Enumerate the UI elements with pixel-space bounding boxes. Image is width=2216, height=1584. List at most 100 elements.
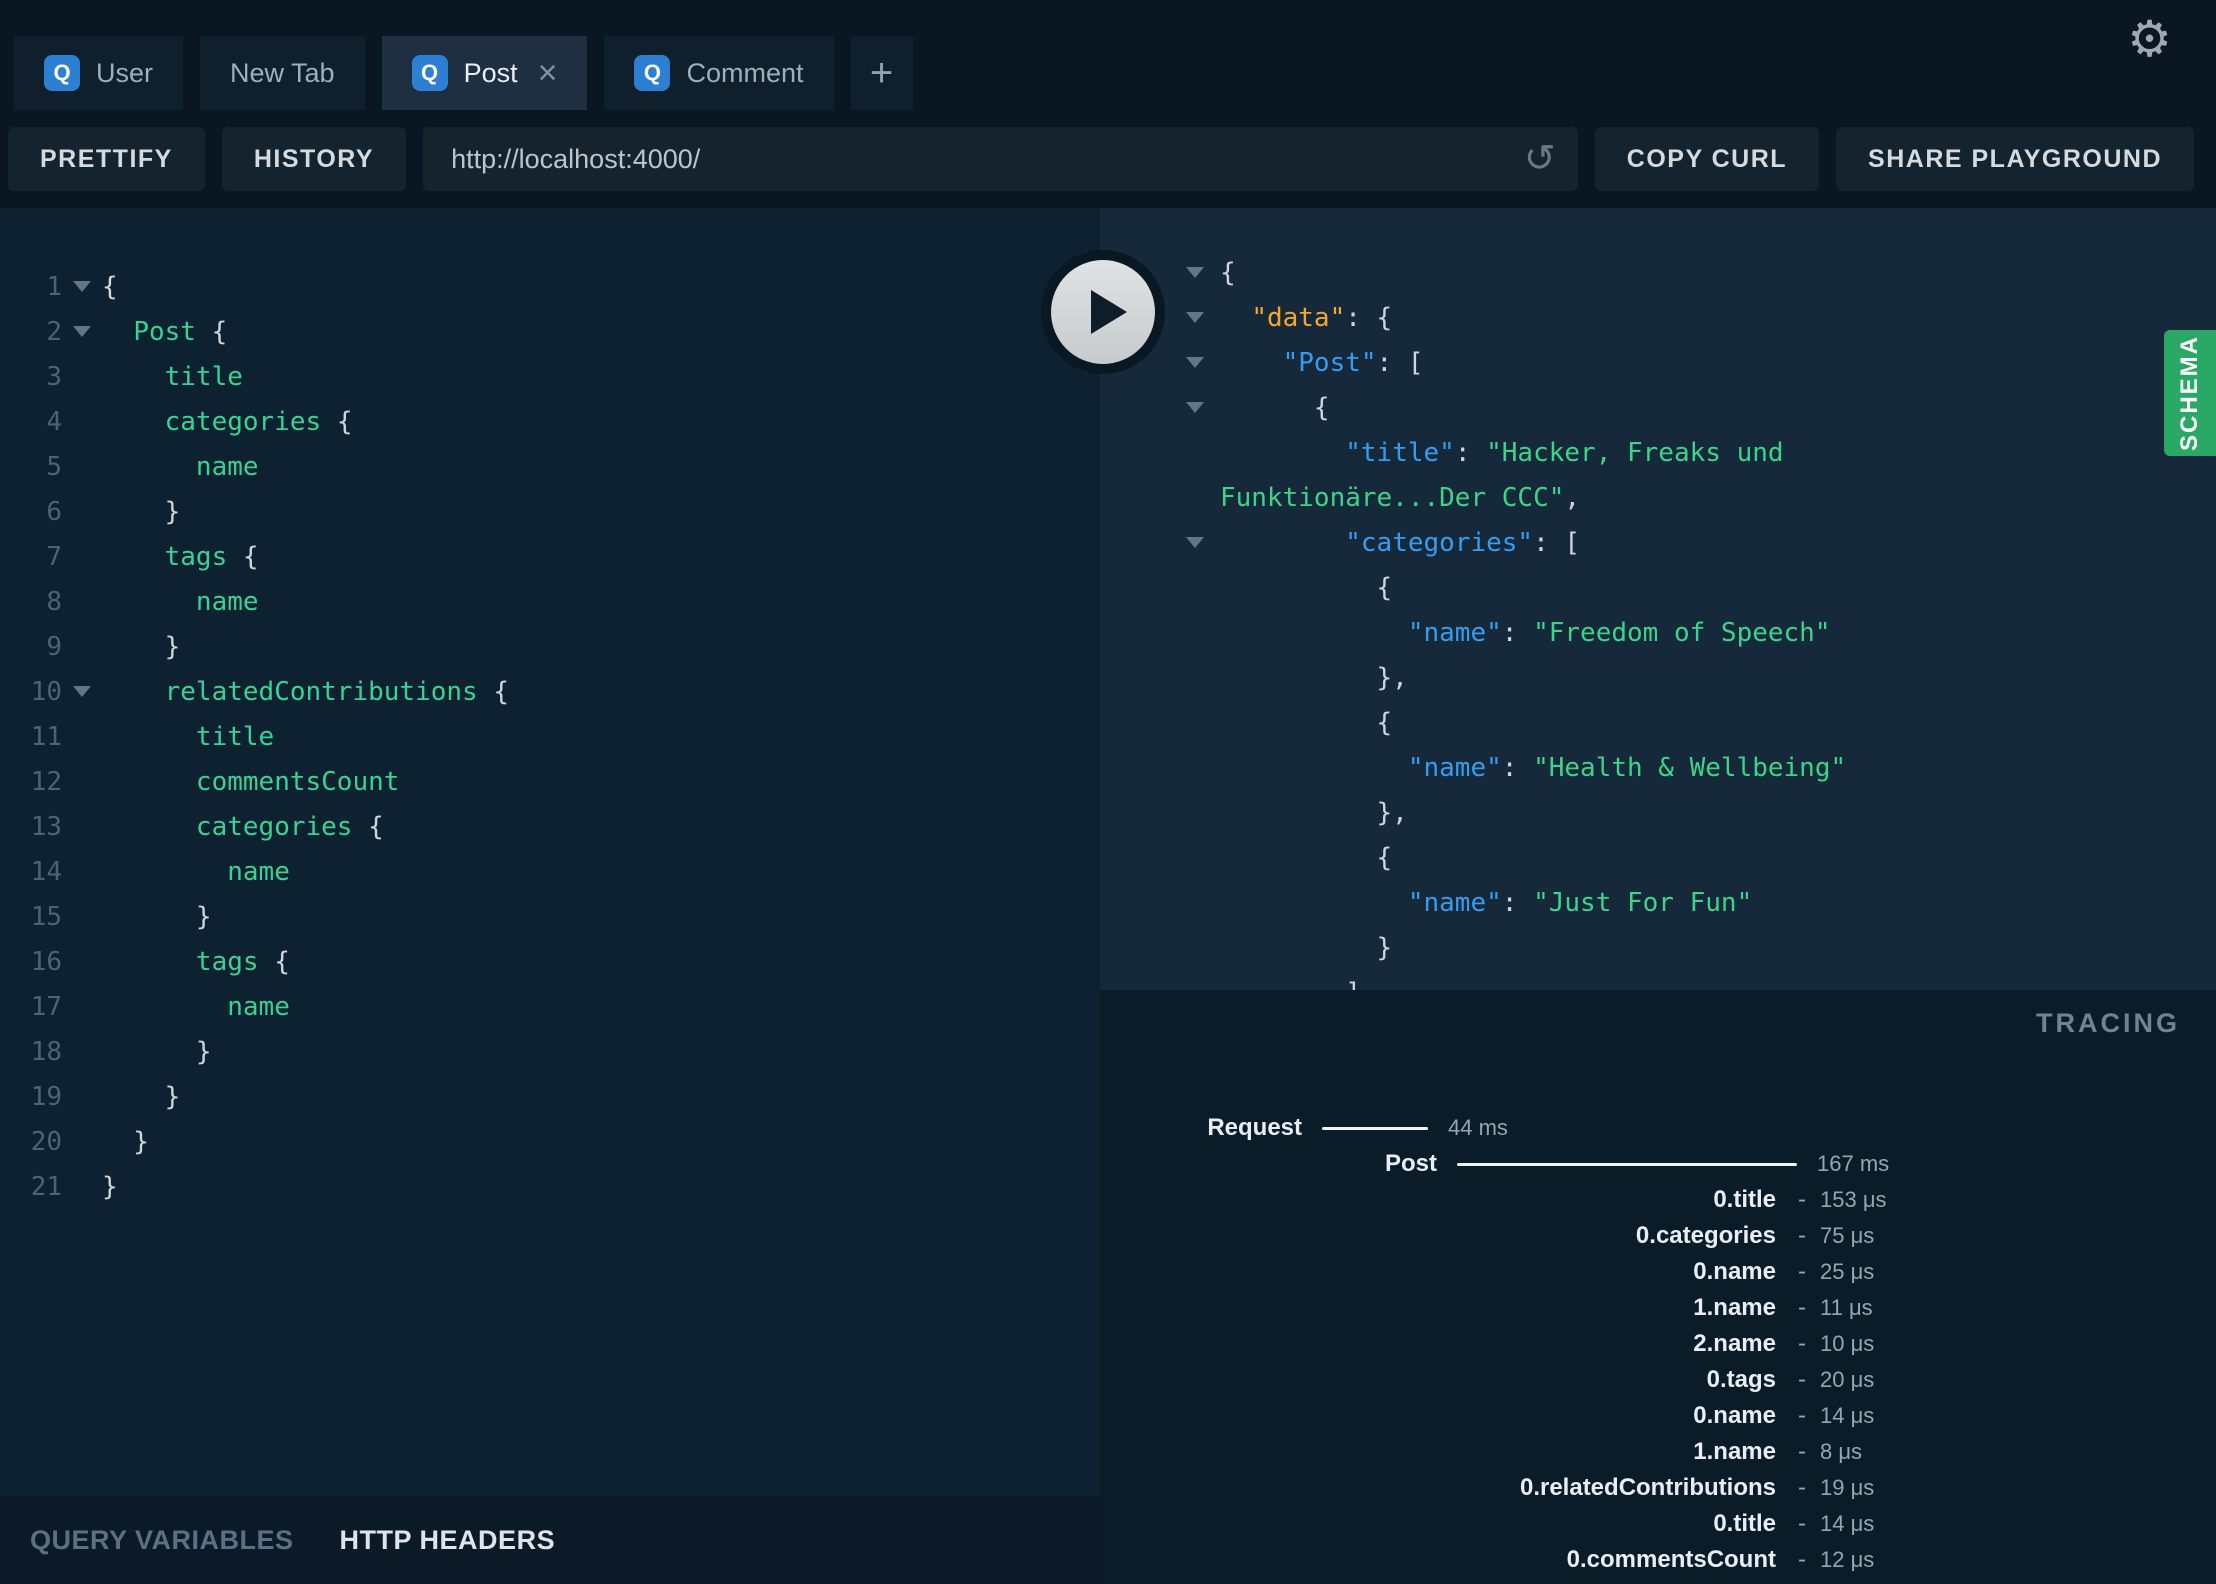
fold-arrow-icon[interactable] <box>73 326 91 337</box>
tracing-dash: - <box>1798 1402 1806 1429</box>
response-line: "name": "Just For Fun" <box>1100 880 2216 925</box>
query-editor-line[interactable]: 1{ <box>0 264 1100 309</box>
tracing-resolver-label: 1.name <box>1693 1294 1776 1321</box>
code-text: name <box>195 586 259 617</box>
code-text: "name": "Just For Fun" <box>1407 887 1753 918</box>
tracing-row: 0.relatedContributions -19 μs <box>1100 1470 2216 1506</box>
fold-arrow-icon[interactable] <box>1186 312 1204 323</box>
line-number: 11 <box>30 721 62 752</box>
query-editor-line[interactable]: 10 relatedContributions { <box>0 669 1100 714</box>
query-editor-line[interactable]: 9 } <box>0 624 1100 669</box>
code-text: commentsCount <box>195 766 400 797</box>
endpoint-url-input[interactable] <box>449 142 1524 176</box>
fold-arrow-icon[interactable] <box>73 686 91 697</box>
fold-gutter <box>62 686 102 697</box>
new-tab-button[interactable]: + <box>850 36 913 110</box>
tracing-row: 1.name -11 μs <box>1100 1290 2216 1326</box>
code-text: tags { <box>195 946 290 977</box>
code-text: ] <box>1220 978 1361 991</box>
line-number: 3 <box>46 361 62 392</box>
execute-button-circle <box>1051 260 1155 364</box>
tracing-row: 0.commentsCount -12 μs <box>1100 1542 2216 1578</box>
tab-user[interactable]: Q User <box>14 36 184 110</box>
code-text: "Post": [ <box>1282 347 1424 378</box>
code-text: Funktionäre...Der CCC", <box>1220 482 1581 513</box>
response-pane: { "data": { "Post": [ { "title": "Hacker… <box>1100 208 2216 990</box>
code-text: "categories": [ <box>1345 527 1581 558</box>
tracing-resolver-label: Request <box>1207 1114 1302 1141</box>
tracing-duration-value: 44 ms <box>1448 1115 1508 1140</box>
reload-schema-icon[interactable]: ↺ <box>1524 140 1556 178</box>
query-editor-line[interactable]: 11 title <box>0 714 1100 759</box>
code-text: Post { <box>133 316 228 347</box>
code-text: title <box>164 361 243 392</box>
query-editor-line[interactable]: 13 categories { <box>0 804 1100 849</box>
code-text: name <box>227 991 290 1022</box>
close-tab-icon[interactable]: × <box>538 56 558 90</box>
query-editor-line[interactable]: 2 Post { <box>0 309 1100 354</box>
response-line: "title": "Hacker, Freaks und <box>1100 430 2216 475</box>
tracing-row: 0.tags -20 μs <box>1100 1362 2216 1398</box>
tracing-duration-value: 14 μs <box>1820 1403 1875 1428</box>
fold-arrow-icon[interactable] <box>1186 267 1204 278</box>
query-editor-line[interactable]: 5 name <box>0 444 1100 489</box>
query-editor-pane[interactable]: 1{2 Post {3 title 4 categories {5 name 6 }… <box>0 208 1100 1496</box>
tracing-duration-value: 153 μs <box>1820 1187 1887 1212</box>
fold-arrow-icon[interactable] <box>1186 357 1204 368</box>
fold-arrow-icon[interactable] <box>1186 537 1204 548</box>
schema-side-tab[interactable]: SCHEMA <box>2164 330 2216 456</box>
tracing-duration-value: 11 μs <box>1820 1295 1873 1320</box>
query-editor-line[interactable]: 8 name <box>0 579 1100 624</box>
tab-new-tab[interactable]: New Tab <box>200 36 365 110</box>
line-number: 21 <box>30 1171 62 1202</box>
query-editor-line[interactable]: 12 commentsCount <box>0 759 1100 804</box>
tracing-dash: - <box>1798 1474 1806 1501</box>
query-editor-line[interactable]: 17 name <box>0 984 1100 1029</box>
query-editor-line[interactable]: 21} <box>0 1164 1100 1209</box>
line-number: 17 <box>30 991 62 1022</box>
tracing-duration-value: 19 μs <box>1820 1475 1875 1500</box>
line-number: 7 <box>46 541 62 572</box>
code-text: { <box>1220 572 1393 603</box>
tracing-duration-value: 12 μs <box>1820 1547 1875 1572</box>
response-line: }, <box>1100 790 2216 835</box>
tracing-dash: - <box>1798 1258 1806 1285</box>
query-editor-line[interactable]: 19 } <box>0 1074 1100 1119</box>
share-playground-button[interactable]: SHARE PLAYGROUND <box>1836 127 2194 191</box>
query-editor-line[interactable]: 16 tags { <box>0 939 1100 984</box>
tracing-resolver-label: 0.commentsCount <box>1566 1546 1776 1573</box>
query-editor-line[interactable]: 7 tags { <box>0 534 1100 579</box>
query-variables-tab[interactable]: QUERY VARIABLES <box>30 1525 294 1556</box>
query-editor-line[interactable]: 6 } <box>0 489 1100 534</box>
query-editor-line[interactable]: 20 } <box>0 1119 1100 1164</box>
tracing-resolver-label: 2.name <box>1693 1330 1776 1357</box>
tab-comment[interactable]: Q Comment <box>604 36 834 110</box>
execute-query-button[interactable] <box>1041 250 1165 374</box>
tab-post-label: Post <box>463 57 518 88</box>
tracing-resolver-label: 0.title <box>1713 1186 1776 1213</box>
fold-arrow-icon[interactable] <box>1186 402 1204 413</box>
code-text: } <box>102 1036 212 1067</box>
tab-post[interactable]: Q Post × <box>381 36 588 110</box>
query-editor-line[interactable]: 4 categories { <box>0 399 1100 444</box>
response-line: { <box>1100 385 2216 430</box>
copy-curl-button[interactable]: COPY CURL <box>1594 127 1820 191</box>
query-editor-line[interactable]: 15 } <box>0 894 1100 939</box>
response-line: { <box>1100 565 2216 610</box>
http-headers-tab[interactable]: HTTP HEADERS <box>340 1525 556 1556</box>
settings-gear-icon[interactable]: ⚙ <box>2127 14 2172 64</box>
prettify-button[interactable]: PRETTIFY <box>8 127 205 191</box>
tab-user-label: User <box>96 57 154 88</box>
history-button[interactable]: HISTORY <box>221 127 407 191</box>
query-editor-line[interactable]: 3 title <box>0 354 1100 399</box>
query-editor-line[interactable]: 14 name <box>0 849 1100 894</box>
line-number: 16 <box>30 946 62 977</box>
code-text: }, <box>1220 797 1408 828</box>
query-editor-line[interactable]: 18 } <box>0 1029 1100 1074</box>
tracing-dash: - <box>1798 1294 1806 1321</box>
line-number: 9 <box>46 631 62 662</box>
query-editor-lines: 1{2 Post {3 title 4 categories {5 name 6 }… <box>0 208 1100 1209</box>
fold-arrow-icon[interactable] <box>73 281 91 292</box>
toolbar: PRETTIFY HISTORY ↺ COPY CURL SHARE PLAYG… <box>0 110 2216 208</box>
tab-bar: Q User New Tab Q Post × Q Comment + ⚙ <box>0 0 2216 110</box>
